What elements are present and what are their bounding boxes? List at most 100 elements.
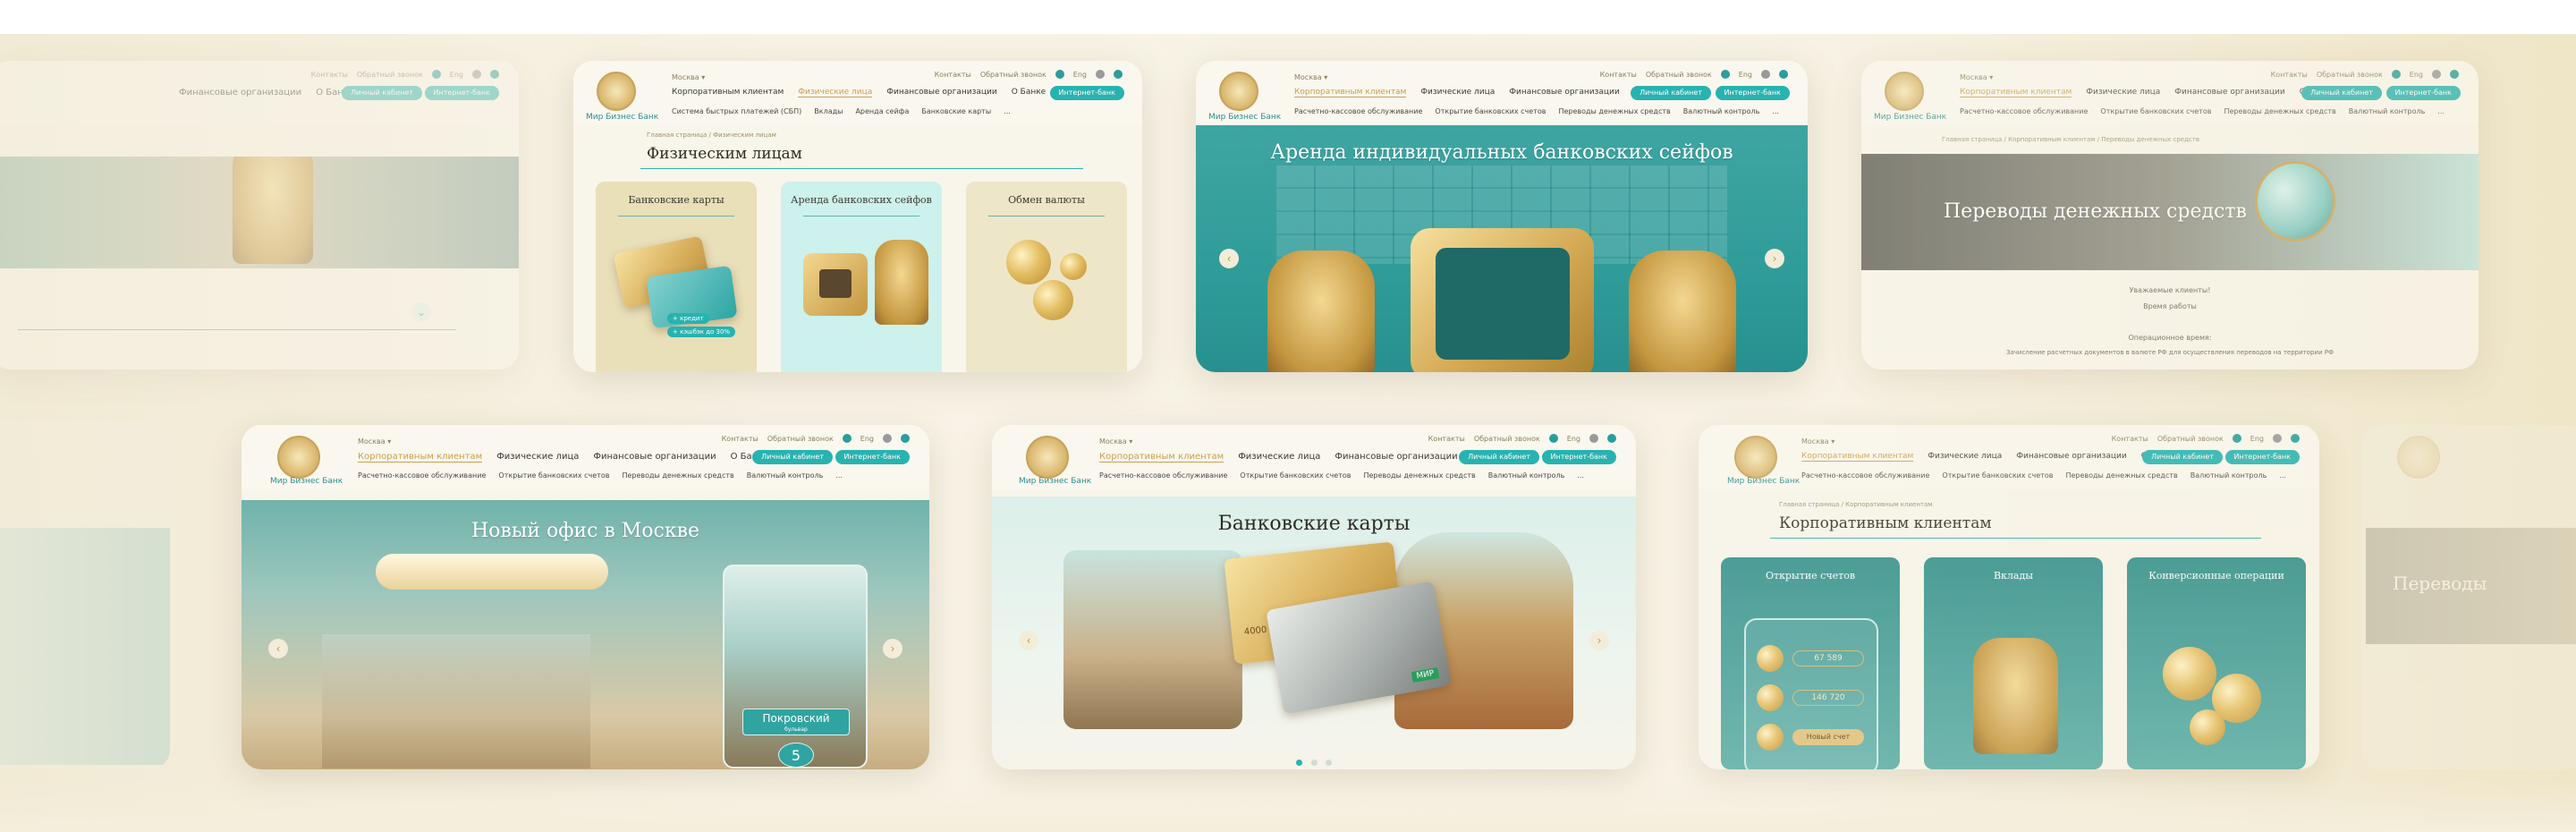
next-arrow-icon[interactable]: › — [1765, 249, 1784, 268]
nav-individuals[interactable]: Физические лица — [1928, 452, 2002, 462]
nav-corporate[interactable]: Корпоративным клиентам — [358, 452, 483, 463]
nav-corporate[interactable]: Корпоративным клиентам — [1960, 88, 2072, 98]
subnav-item[interactable]: ... — [1004, 107, 1011, 115]
contacts-link[interactable]: Контакты — [1428, 435, 1465, 443]
subnav-item[interactable]: Открытие банковских счетов — [1435, 107, 1546, 115]
search-icon[interactable] — [1607, 434, 1616, 443]
contacts-link[interactable]: Контакты — [722, 435, 758, 443]
callback-link[interactable]: Обратный звонок — [1646, 71, 1712, 79]
next-arrow-icon[interactable]: › — [883, 639, 902, 658]
plus-icon[interactable] — [1757, 724, 1784, 751]
subnav-item[interactable]: ... — [835, 471, 843, 480]
subnav-item[interactable]: Открытие банковских счетов — [1240, 471, 1351, 480]
contacts-link[interactable]: Контакты — [2271, 71, 2308, 79]
subnav-item[interactable]: ... — [2279, 471, 2286, 480]
personal-account-button[interactable]: Личный кабинет — [1631, 86, 1711, 100]
contacts-link[interactable]: Контакты — [935, 71, 971, 79]
callback-link[interactable]: Обратный звонок — [2317, 71, 2383, 79]
internet-bank-button[interactable]: Интернет-банк — [1715, 86, 1790, 100]
subnav-item[interactable]: Переводы денежных средств — [2224, 107, 2335, 115]
pagination-dot[interactable] — [1325, 760, 1332, 766]
personal-account-button[interactable]: Личный кабинет — [2142, 450, 2223, 464]
subnav-item[interactable]: Открытие банковских счетов — [1942, 471, 2053, 480]
nav-financial[interactable]: Финансовые организации — [886, 88, 996, 98]
subnav-item[interactable]: ... — [1577, 471, 1584, 480]
eye-icon[interactable] — [2232, 434, 2241, 443]
city-selector[interactable]: Москва ▾ — [1099, 437, 1132, 446]
eye-icon[interactable] — [1055, 70, 1064, 79]
nav-financial[interactable]: Финансовые организации — [1335, 452, 1457, 463]
bank-logo[interactable] — [597, 72, 636, 111]
pagination-dot-active[interactable] — [1296, 760, 1303, 766]
eye-icon[interactable] — [1548, 434, 1558, 443]
nav-corporate[interactable]: Корпоративным клиентам — [1801, 452, 1914, 462]
subnav-item[interactable]: Переводы денежных средств — [1558, 107, 1670, 115]
prev-arrow-icon[interactable]: ‹ — [1019, 631, 1038, 650]
nav-financial[interactable]: Финансовые организации — [593, 452, 716, 463]
subnav-item[interactable]: Открытие банковских счетов — [498, 471, 609, 480]
search-icon[interactable] — [1114, 70, 1123, 79]
subnav-item[interactable]: Валютный контроль — [1683, 107, 1760, 115]
callback-link[interactable]: Обратный звонок — [2157, 435, 2224, 443]
prev-arrow-icon[interactable]: ‹ — [1219, 249, 1239, 268]
callback-link[interactable]: Обратный звонок — [980, 71, 1046, 79]
nav-corporate[interactable]: Корпоративным клиентам — [1099, 452, 1224, 463]
lang-switch[interactable]: Eng — [1073, 71, 1087, 79]
chevron-down-icon[interactable]: ⌄ — [411, 302, 431, 322]
subnav-item[interactable]: Расчетно-кассовое обслуживание — [1960, 107, 2088, 115]
flag-icon[interactable] — [472, 70, 481, 79]
eye-icon[interactable] — [2391, 70, 2401, 79]
callback-link[interactable]: Обратный звонок — [1474, 435, 1540, 443]
subnav-item[interactable]: Валютный контроль — [747, 471, 824, 480]
subnav-item[interactable]: Валютный контроль — [2190, 471, 2267, 480]
city-selector[interactable]: Москва ▾ — [672, 73, 705, 81]
prev-arrow-icon[interactable]: ‹ — [268, 639, 288, 658]
bank-logo[interactable] — [1885, 72, 1924, 111]
flag-icon[interactable] — [2432, 70, 2441, 79]
subnav-item[interactable]: Валютный контроль — [1488, 471, 1565, 480]
eye-icon[interactable] — [842, 434, 852, 443]
subnav-item[interactable]: ... — [2437, 107, 2445, 115]
contacts-link[interactable]: Контакты — [311, 71, 348, 79]
callback-link[interactable]: Обратный звонок — [357, 71, 423, 79]
subnav-item[interactable]: Расчетно-кассовое обслуживание — [1294, 107, 1422, 115]
nav-individuals[interactable]: Физические лица — [798, 88, 873, 98]
callback-link[interactable]: Обратный звонок — [767, 435, 834, 443]
subnav-item[interactable]: Аренда сейфа — [855, 107, 909, 115]
nav-financial[interactable]: Финансовые организации — [1509, 88, 1619, 98]
subnav-item[interactable]: Переводы денежных средств — [1363, 471, 1475, 480]
flag-icon[interactable] — [1096, 70, 1105, 79]
tile-currency-exchange[interactable]: Обмен валюты — [966, 182, 1127, 372]
city-selector[interactable]: Москва ▾ — [1294, 73, 1327, 81]
nav-individuals[interactable]: Физические лица — [496, 452, 579, 463]
flag-icon[interactable] — [1589, 434, 1598, 443]
contacts-link[interactable]: Контакты — [1600, 71, 1637, 79]
subnav-item[interactable]: ... — [1772, 107, 1779, 115]
eye-icon[interactable] — [1720, 70, 1730, 79]
nav-corporate[interactable]: Корпоративным клиентам — [672, 88, 784, 98]
city-selector[interactable]: Москва ▾ — [358, 437, 391, 446]
bank-logo[interactable] — [1219, 72, 1258, 111]
nav-individuals[interactable]: Физические лица — [1420, 88, 1495, 98]
tile-bank-cards[interactable]: Банковские карты + кредит + кэшбэк до 30… — [596, 182, 757, 372]
new-account-button[interactable]: Новый счет — [1792, 729, 1864, 745]
breadcrumb[interactable]: Главная страница / Корпоративным клиента… — [1942, 136, 2199, 143]
nav-individuals[interactable]: Физические лица — [1238, 452, 1320, 463]
bank-logo[interactable] — [1734, 436, 1777, 479]
internet-bank-button[interactable]: Интернет-банк — [2385, 86, 2461, 100]
nav-financial[interactable]: Финансовые организации — [179, 88, 301, 98]
lang-switch[interactable]: Eng — [450, 71, 463, 79]
subnav-item[interactable]: Переводы денежных средств — [622, 471, 733, 480]
subnav-item[interactable]: Открытие банковских счетов — [2100, 107, 2211, 115]
lang-switch[interactable]: Eng — [1567, 435, 1580, 443]
subnav-item[interactable]: Банковские карты — [921, 107, 991, 115]
breadcrumb[interactable]: Главная страница / Корпоративным клиента… — [1779, 501, 1933, 508]
subnav-item[interactable]: Система быстрых платежей (СБП) — [672, 107, 801, 115]
subnav-item[interactable]: Расчетно-кассовое обслуживание — [1801, 471, 1929, 480]
bank-logo[interactable] — [277, 436, 320, 479]
pagination-dot[interactable] — [1310, 760, 1318, 766]
internet-bank-button[interactable]: Интернет-банк — [1049, 86, 1124, 100]
nav-individuals[interactable]: Физические лица — [2086, 88, 2160, 98]
tile-deposits[interactable]: Вклады — [1924, 557, 2103, 769]
search-icon[interactable] — [901, 434, 910, 443]
